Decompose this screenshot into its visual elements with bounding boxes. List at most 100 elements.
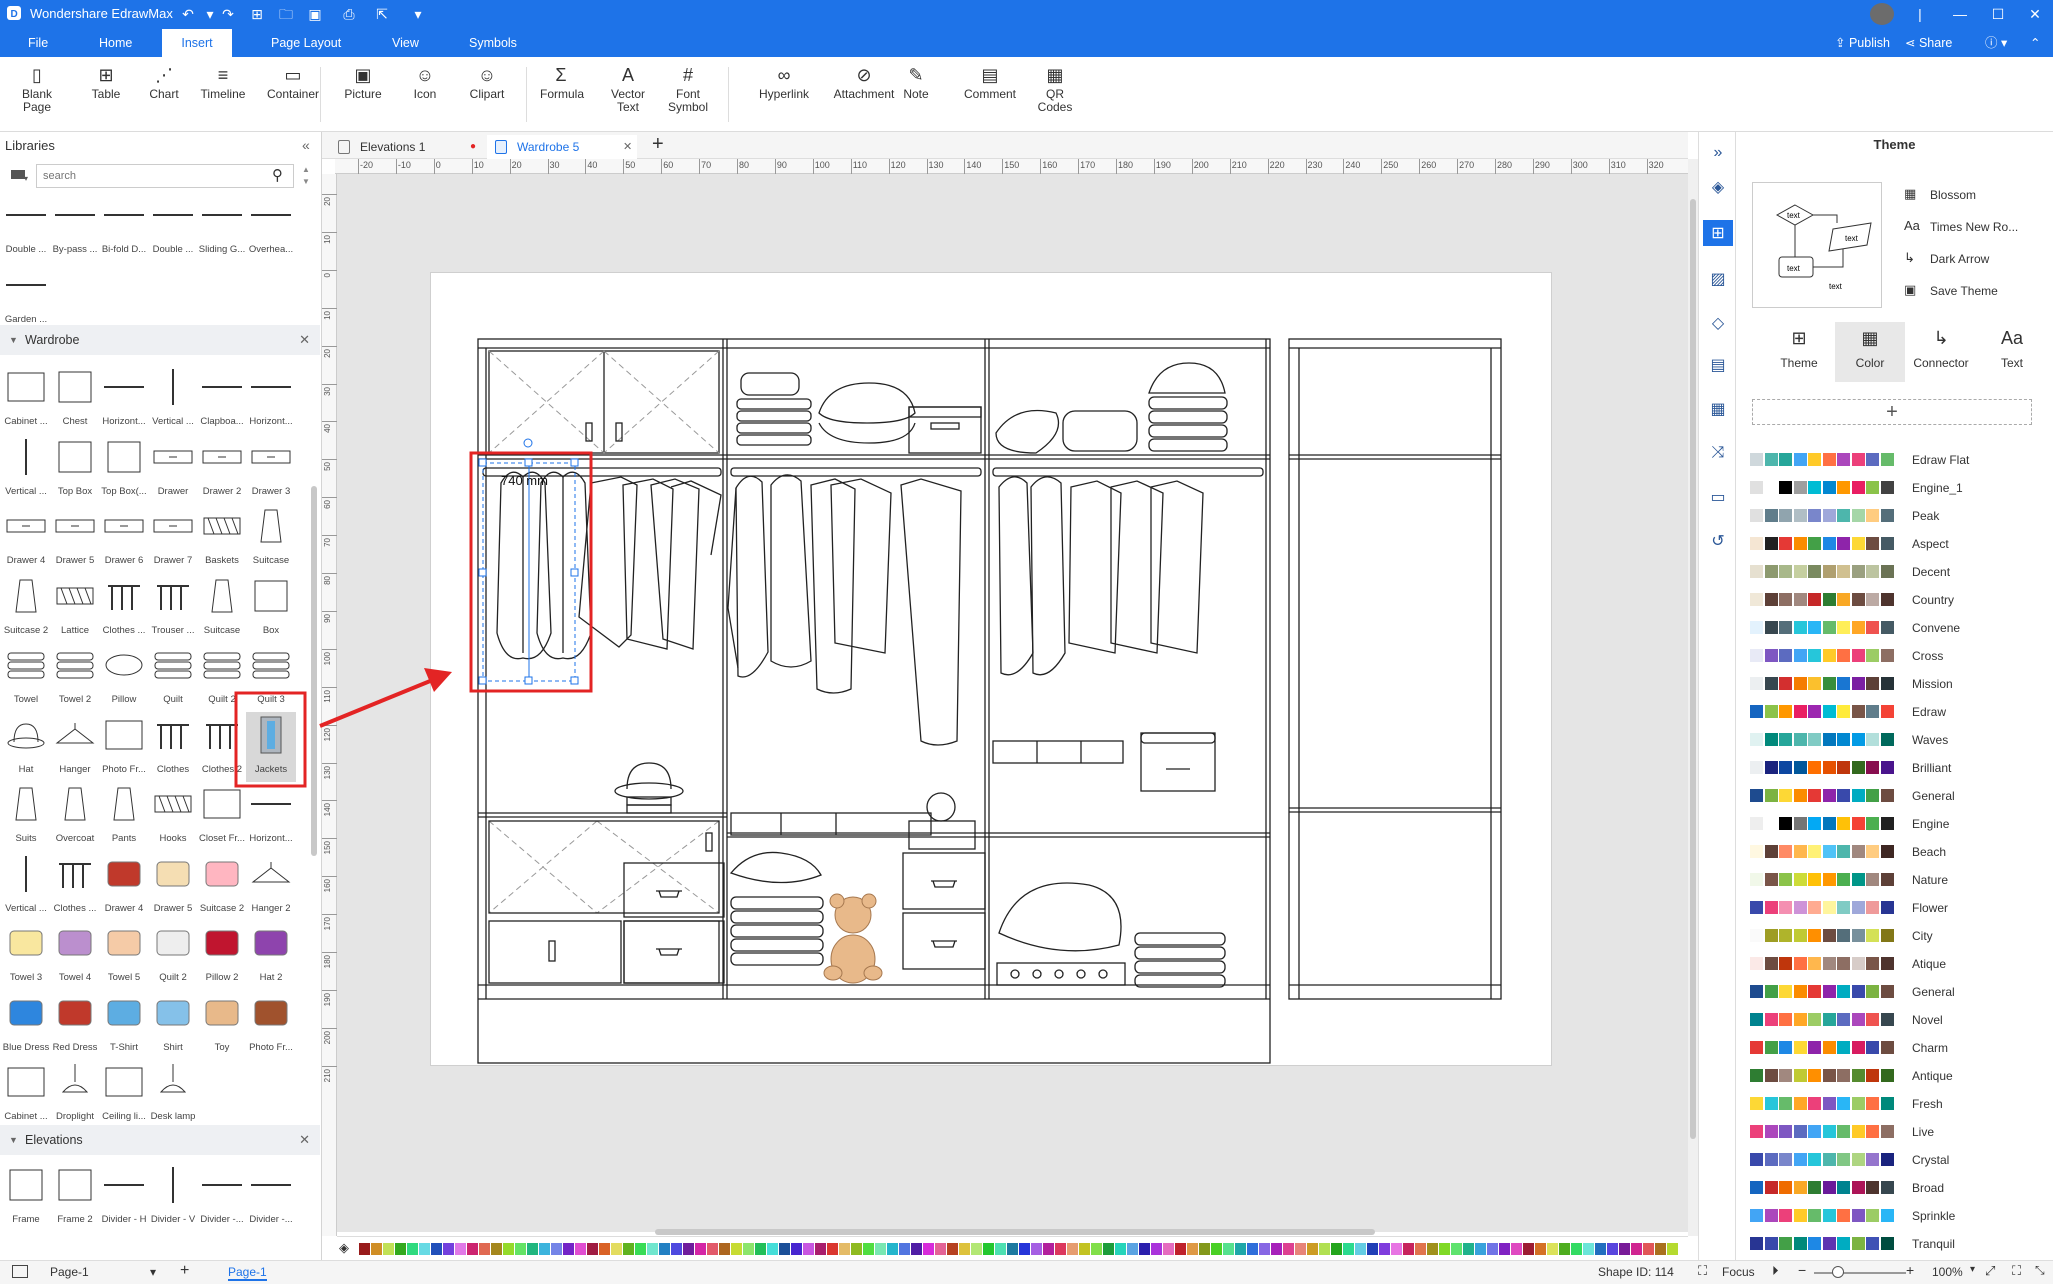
new-tab-icon[interactable]: + <box>652 133 664 156</box>
theme-preview[interactable]: text text text text <box>1752 182 1882 308</box>
palette-swatch[interactable] <box>1283 1243 1294 1255</box>
palette-swatch[interactable] <box>815 1243 826 1255</box>
page-icon[interactable]: ▤ <box>1705 352 1731 378</box>
quick-access-dropdown-icon[interactable]: ▾ <box>408 5 428 24</box>
library-shape-red-dress[interactable]: Red Dress <box>50 990 100 1060</box>
palette-swatch[interactable] <box>599 1243 610 1255</box>
wardrobe-drawing[interactable]: 740 mm <box>431 273 1553 1067</box>
layers-icon[interactable]: ◇ <box>1705 310 1731 336</box>
close-icon[interactable]: ✕ <box>2025 5 2045 24</box>
theme-color-novel[interactable]: Novel <box>1750 1010 2050 1030</box>
close-section-icon[interactable]: ✕ <box>299 1125 310 1155</box>
library-shape-t-shirt[interactable]: T-Shirt <box>99 990 149 1060</box>
palette-swatch[interactable] <box>647 1243 658 1255</box>
palette-swatch[interactable] <box>443 1243 454 1255</box>
palette-swatch[interactable] <box>851 1243 862 1255</box>
clipart-button[interactable]: ☺ Clipart <box>466 62 508 128</box>
palette-swatch[interactable] <box>803 1243 814 1255</box>
zoom-level[interactable]: 100% <box>1932 1265 1963 1279</box>
library-shape[interactable]: Divider - V <box>148 1162 198 1232</box>
palette-swatch[interactable] <box>1223 1243 1234 1255</box>
theme-color-beach[interactable]: Beach <box>1750 842 2050 862</box>
theme-color-waves[interactable]: Waves <box>1750 730 2050 750</box>
page-view-icon[interactable] <box>12 1265 28 1278</box>
palette-swatch[interactable] <box>1367 1243 1378 1255</box>
library-shape-suitcase[interactable]: Suitcase <box>197 573 247 643</box>
palette-swatch[interactable] <box>1463 1243 1474 1255</box>
library-shape-clothes[interactable]: Clothes ... <box>50 851 100 921</box>
picture-button[interactable]: ▣ Picture <box>343 62 383 128</box>
doc-tab-wardrobe-5[interactable]: Wardrobe 5 ✕ <box>487 135 637 159</box>
palette-swatch[interactable] <box>1175 1243 1186 1255</box>
theme-color-country[interactable]: Country <box>1750 590 2050 610</box>
theme-option-3[interactable]: ▣ Save Theme <box>1904 282 2044 302</box>
vector-text-button[interactable]: A Vector Text <box>608 62 648 128</box>
library-shape[interactable]: Double ... <box>148 192 198 262</box>
image-icon[interactable]: ▨ <box>1705 266 1731 292</box>
open-folder-icon[interactable]: 🗀 <box>276 5 296 24</box>
library-shape-hat-2[interactable]: Hat 2 <box>246 920 296 990</box>
library-shape-horizont[interactable]: Horizont... <box>99 364 149 434</box>
palette-swatch[interactable] <box>1535 1243 1546 1255</box>
menu-tab-insert[interactable]: Insert <box>162 29 232 57</box>
new-file-icon[interactable]: ⊞ <box>247 5 267 24</box>
palette-swatch[interactable] <box>1187 1243 1198 1255</box>
palette-swatch[interactable] <box>779 1243 790 1255</box>
palette-swatch[interactable] <box>959 1243 970 1255</box>
focus-icon[interactable]: ⛶ <box>1698 1263 1707 1279</box>
palette-swatch[interactable] <box>1655 1243 1666 1255</box>
zoom-slider-handle[interactable] <box>1832 1266 1844 1278</box>
palette-swatch[interactable] <box>827 1243 838 1255</box>
undo-dropdown-icon[interactable]: ▾ <box>200 5 220 24</box>
palette-swatch[interactable] <box>743 1243 754 1255</box>
palette-swatch[interactable] <box>1139 1243 1150 1255</box>
library-shape-drawer-5[interactable]: Drawer 5 <box>50 503 100 573</box>
palette-swatch[interactable] <box>1439 1243 1450 1255</box>
menu-tab-home[interactable]: Home <box>85 29 146 57</box>
palette-swatch[interactable] <box>1487 1243 1498 1255</box>
palette-swatch[interactable] <box>1643 1243 1654 1255</box>
menu-tab-view[interactable]: View <box>378 29 433 57</box>
library-shape-clapboa[interactable]: Clapboa... <box>197 364 247 434</box>
palette-swatch[interactable] <box>1247 1243 1258 1255</box>
library-menu-icon[interactable]: ▾ <box>10 168 28 183</box>
library-shape-towel-2[interactable]: Towel 2 <box>50 642 100 712</box>
library-shape[interactable]: Double ... <box>1 192 51 262</box>
palette-swatch[interactable] <box>1259 1243 1270 1255</box>
palette-swatch[interactable] <box>731 1243 742 1255</box>
palette-swatch[interactable] <box>1199 1243 1210 1255</box>
palette-swatch[interactable] <box>1571 1243 1582 1255</box>
print-icon[interactable]: ⎙ <box>339 5 359 24</box>
library-shape-suitcase[interactable]: Suitcase <box>246 503 296 573</box>
palette-swatch[interactable] <box>395 1243 406 1255</box>
comment-button[interactable]: ▤ Comment <box>958 62 1022 128</box>
library-shape[interactable]: Overhea... <box>246 192 296 262</box>
theme-color-decent[interactable]: Decent <box>1750 562 2050 582</box>
theme-option-0[interactable]: ▦ Blossom <box>1904 186 2044 206</box>
palette-swatch[interactable] <box>1499 1243 1510 1255</box>
zoom-in-icon[interactable]: + <box>1906 1262 1914 1278</box>
palette-swatch[interactable] <box>1067 1243 1078 1255</box>
library-shape-baskets[interactable]: Baskets <box>197 503 247 573</box>
library-shape-drawer-3[interactable]: Drawer 3 <box>246 434 296 504</box>
palette-swatch[interactable] <box>1403 1243 1414 1255</box>
font-symbol-button[interactable]: # Font Symbol <box>666 62 710 128</box>
library-shape-blue-dress[interactable]: Blue Dress <box>1 990 51 1060</box>
palette-swatch[interactable] <box>1091 1243 1102 1255</box>
library-shape-hanger[interactable]: Hanger <box>50 712 100 782</box>
palette-swatch[interactable] <box>1127 1243 1138 1255</box>
collapse-panel-icon[interactable]: » <box>1705 140 1731 166</box>
palette-swatch[interactable] <box>923 1243 934 1255</box>
palette-swatch[interactable] <box>1235 1243 1246 1255</box>
library-shape-drawer-6[interactable]: Drawer 6 <box>99 503 149 573</box>
library-shape-quilt-2[interactable]: Quilt 2 <box>197 642 247 712</box>
palette-swatch[interactable] <box>1523 1243 1534 1255</box>
drawing-page[interactable]: 740 mm <box>430 272 1552 1066</box>
library-shape-drawer-4[interactable]: Drawer 4 <box>1 503 51 573</box>
palette-swatch[interactable] <box>551 1243 562 1255</box>
zoom-slider[interactable] <box>1814 1272 1906 1274</box>
palette-swatch[interactable] <box>1115 1243 1126 1255</box>
fullscreen-icon[interactable]: ⛶ <box>2012 1263 2021 1279</box>
theme-color-flower[interactable]: Flower <box>1750 898 2050 918</box>
palette-swatch[interactable] <box>1391 1243 1402 1255</box>
